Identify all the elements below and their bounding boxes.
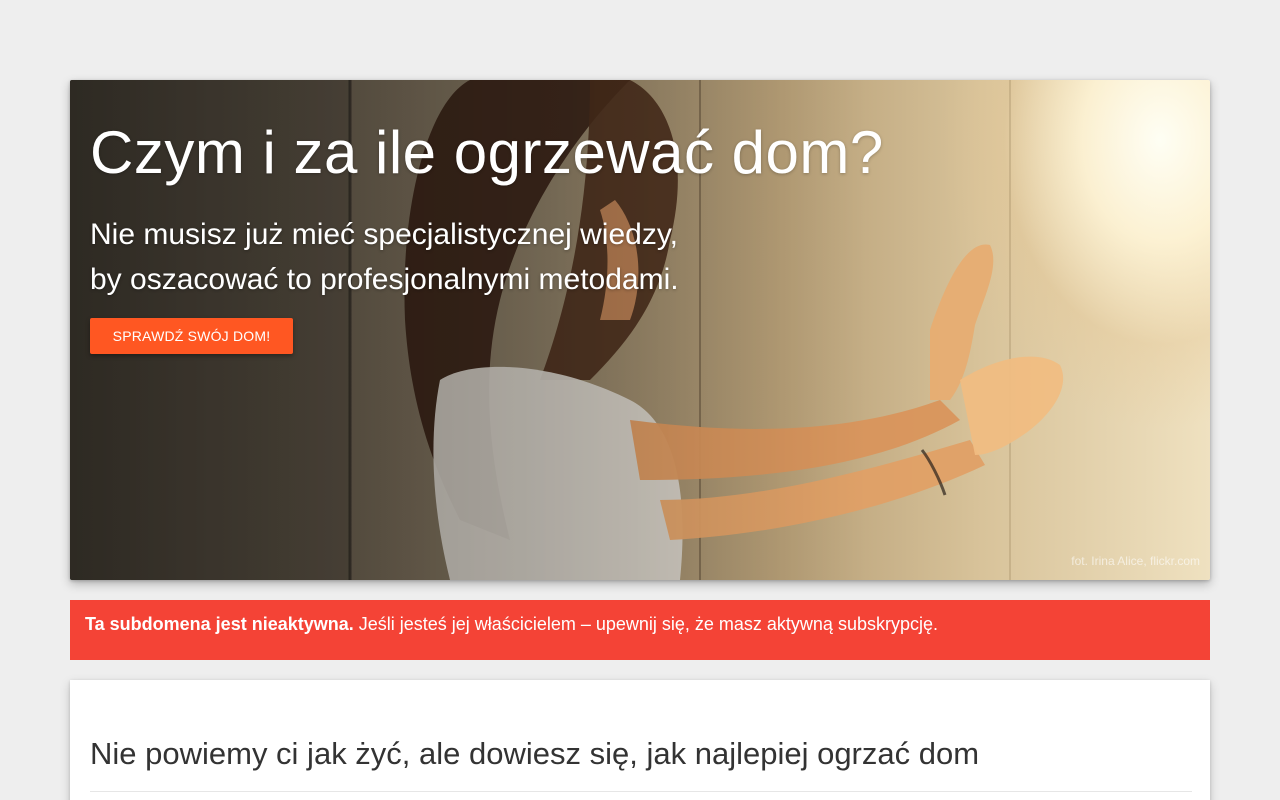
hero-banner: Czym i za ile ogrzewać dom? Nie musisz j…: [70, 80, 1210, 580]
alert-bold-text: Ta subdomena jest nieaktywna.: [85, 614, 354, 634]
section-divider: [90, 791, 1192, 792]
content-card: Nie powiemy ci jak żyć, ale dowiesz się,…: [70, 680, 1210, 800]
hero-subtitle-line-2: by oszacować to profesjonalnymi metodami…: [90, 263, 679, 296]
hero-title: Czym i za ile ogrzewać dom?: [90, 119, 884, 186]
section-heading: Nie powiemy ci jak żyć, ale dowiesz się,…: [90, 736, 980, 771]
alert-text: Jeśli jesteś jej właścicielem – upewnij …: [358, 614, 938, 634]
hero-subtitle: Nie musisz już mieć specjalistycznej wie…: [90, 212, 679, 302]
inactive-subdomain-alert: Ta subdomena jest nieaktywna. Jeśli jest…: [70, 600, 1210, 660]
photo-credit: fot. Irina Alice, flickr.com: [1071, 554, 1200, 568]
hero-subtitle-line-1: Nie musisz już mieć specjalistycznej wie…: [90, 218, 678, 251]
check-your-home-button[interactable]: SPRAWDŹ SWÓJ DOM!: [90, 318, 293, 354]
